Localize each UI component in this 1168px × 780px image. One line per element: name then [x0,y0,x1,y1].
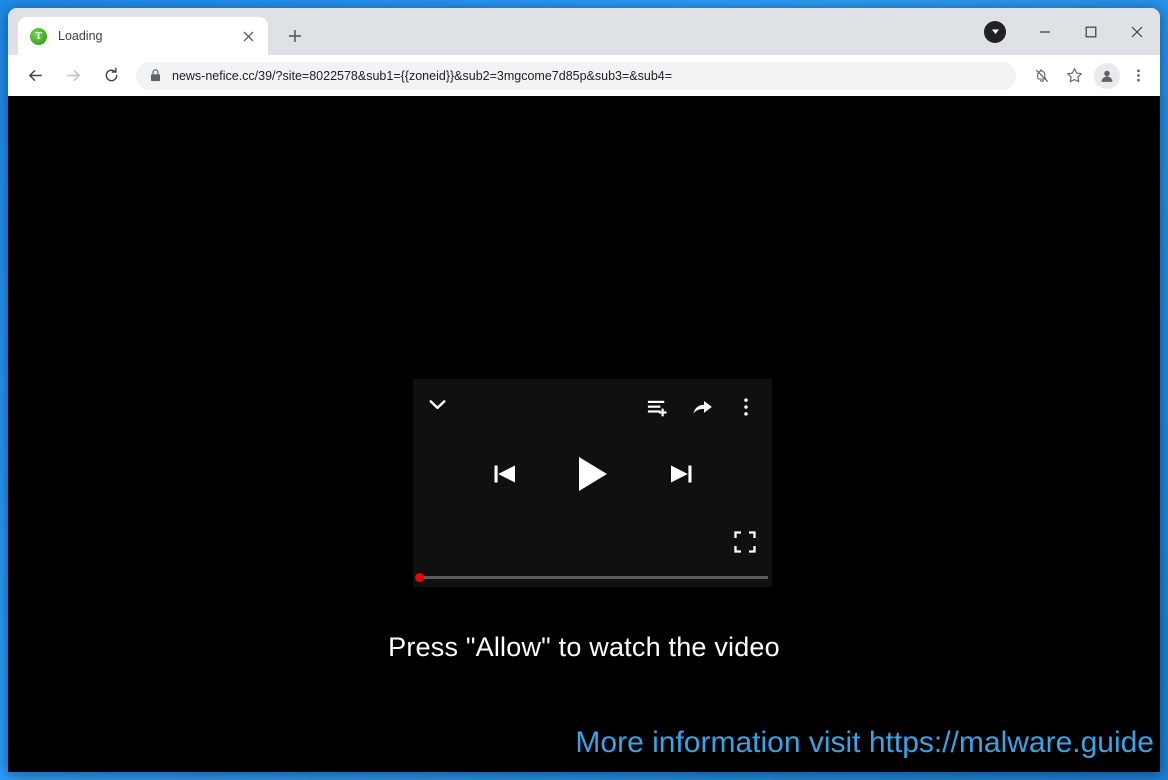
video-player-widget [413,379,772,587]
notifications-blocked-icon[interactable] [1028,62,1056,90]
play-button[interactable] [576,455,610,498]
browser-window: T Loading news-nefice.cc/39/?site=802257… [8,8,1160,772]
forward-arrow-icon[interactable] [58,61,88,91]
download-chevron-icon[interactable] [984,20,1006,43]
previous-button[interactable] [492,461,518,492]
reload-icon[interactable] [96,61,126,91]
new-tab-button[interactable] [280,21,310,51]
progress-track [417,575,768,579]
progress-knob[interactable] [415,572,424,582]
close-window-button[interactable] [1114,13,1160,51]
next-button[interactable] [668,461,694,492]
watermark-text: More information visit https://malware.g… [575,726,1154,759]
browser-tab[interactable]: T Loading [18,17,268,55]
chrome-menu-icon[interactable] [1124,62,1152,90]
tab-strip: T Loading [8,8,1160,55]
address-bar[interactable]: news-nefice.cc/39/?site=8022578&sub1={{z… [136,61,1016,90]
maximize-button[interactable] [1068,13,1114,51]
player-controls [413,435,772,531]
add-to-queue-icon[interactable] [646,396,669,419]
chevron-down-icon[interactable] [425,392,450,422]
close-icon[interactable] [238,26,258,46]
page-viewport: Press "Allow" to watch the video More in… [8,96,1160,772]
player-top-bar [413,379,772,435]
player-progress-bar[interactable] [413,571,772,583]
bookmark-star-icon[interactable] [1060,62,1088,90]
profile-avatar[interactable] [1094,62,1120,89]
share-icon[interactable] [691,396,714,419]
lock-icon[interactable] [150,69,161,82]
browser-toolbar: news-nefice.cc/39/?site=8022578&sub1={{z… [8,55,1160,96]
allow-prompt-text: Press "Allow" to watch the video [388,632,780,662]
tab-favicon-icon: T [30,27,47,45]
player-more-icon[interactable] [736,397,756,417]
fullscreen-icon[interactable] [734,531,756,558]
back-arrow-icon[interactable] [20,61,50,91]
favicon-letter: T [34,29,43,42]
url-text[interactable]: news-nefice.cc/39/?site=8022578&sub1={{z… [172,69,672,83]
window-controls [984,8,1160,55]
tab-title: Loading [58,29,103,43]
minimize-button[interactable] [1022,13,1068,51]
